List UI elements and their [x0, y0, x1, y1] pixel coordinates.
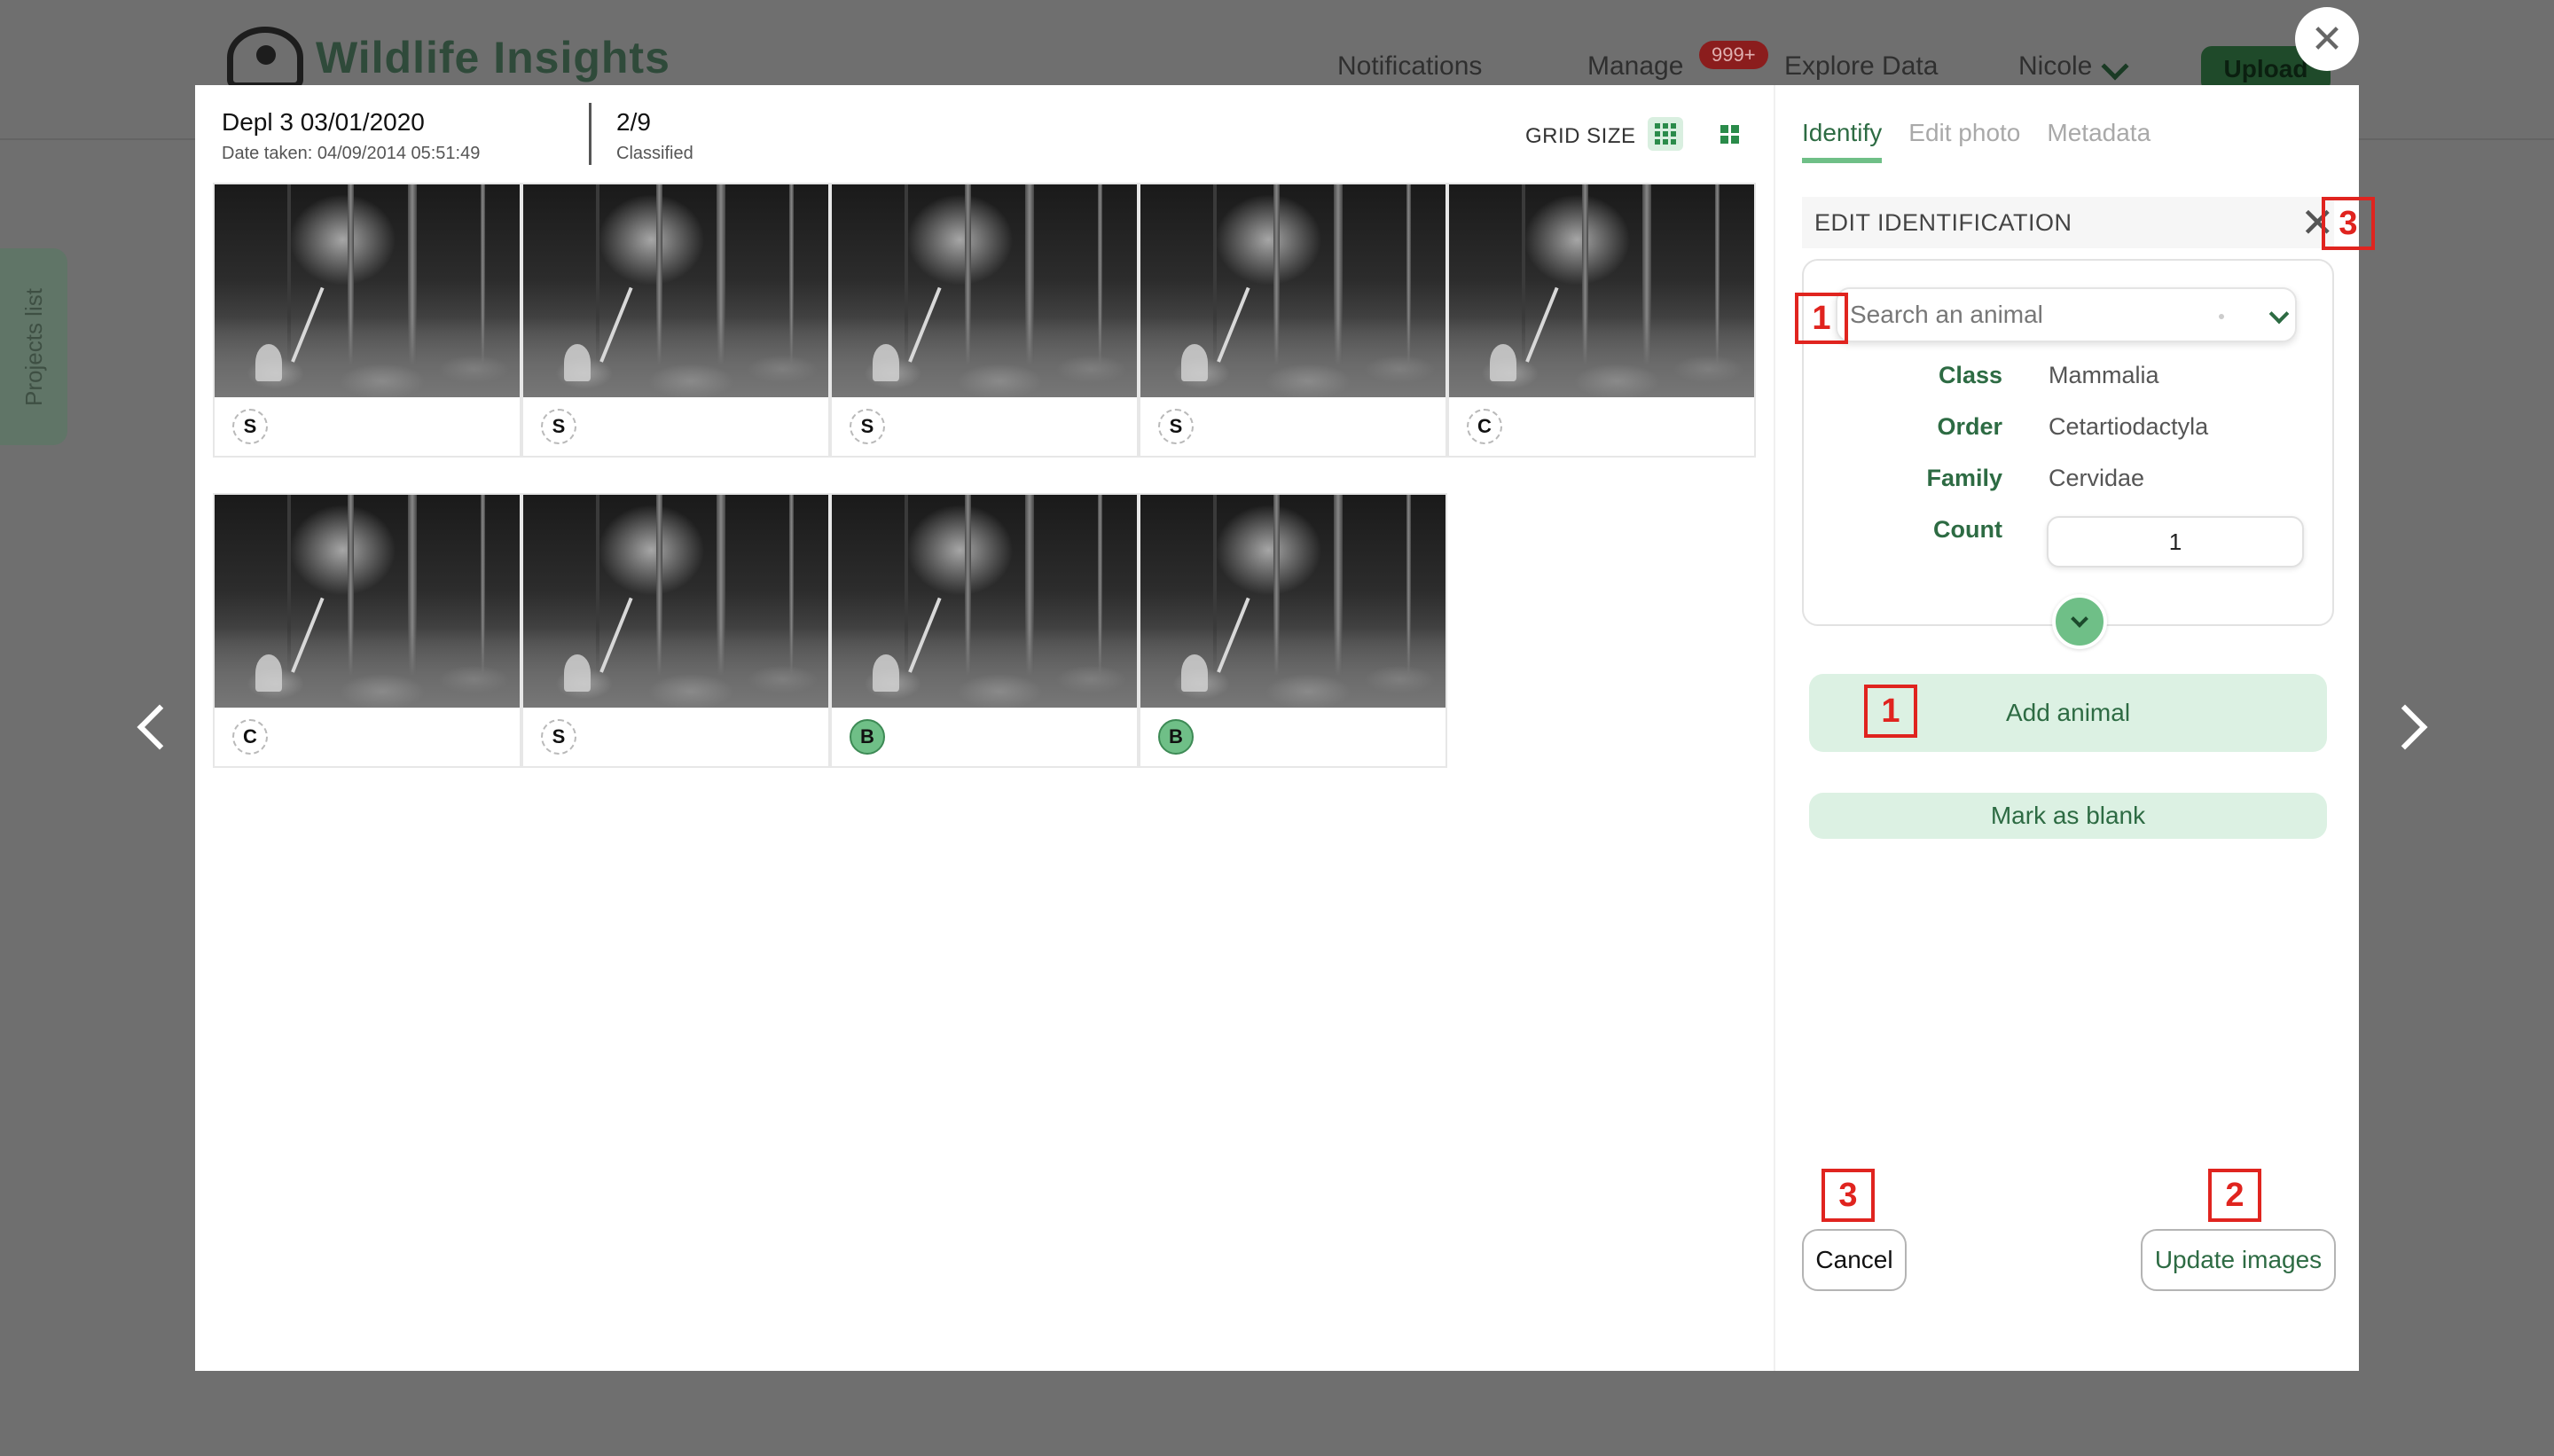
- header-divider: [589, 103, 591, 165]
- small-grid-icon: [1655, 123, 1676, 145]
- panel-tabs: Identify Edit photo Metadata: [1802, 119, 2151, 163]
- chevron-down-icon[interactable]: [2268, 303, 2290, 325]
- eye-logo-icon: [227, 27, 303, 89]
- previous-arrow-icon[interactable]: [137, 704, 183, 750]
- thumbnail-footer: S: [523, 397, 828, 456]
- thumbnail-footer: S: [215, 397, 520, 456]
- chevron-down-icon: [2071, 610, 2088, 628]
- classified-count: 2/9: [616, 108, 651, 136]
- thumbnail-card[interactable]: B: [1139, 493, 1447, 768]
- tab-metadata[interactable]: Metadata: [2047, 119, 2151, 163]
- family-label: Family: [1926, 465, 2002, 491]
- identification-tag: C: [232, 719, 268, 755]
- annotation-marker: 2: [2208, 1169, 2261, 1222]
- modal-close-icon[interactable]: ✕: [2295, 7, 2359, 71]
- identification-tag: S: [850, 409, 885, 444]
- annotation-marker: 3: [1821, 1169, 1875, 1222]
- thumbnail-footer: C: [1449, 397, 1754, 456]
- taxonomy-order-row: Order Cetartiodactyla: [1804, 413, 2336, 449]
- camera-trap-photo[interactable]: [832, 184, 1137, 397]
- identification-tag: S: [1158, 409, 1194, 444]
- thumbnail-card[interactable]: S: [1139, 183, 1447, 458]
- camera-trap-photo[interactable]: [523, 184, 828, 397]
- projects-list-tab[interactable]: Projects list: [0, 248, 67, 445]
- camera-trap-photo[interactable]: [832, 495, 1137, 708]
- thumbnail-footer: S: [523, 708, 828, 766]
- thumbnail-footer: B: [832, 708, 1137, 766]
- thumbnail-card[interactable]: C: [213, 493, 521, 768]
- thumbnail-row: CSBB: [213, 493, 1756, 768]
- date-taken: Date taken: 04/09/2014 05:51:49: [222, 144, 481, 163]
- cancel-button[interactable]: Cancel: [1802, 1229, 1907, 1291]
- large-grid-icon: [1720, 124, 1739, 144]
- taxonomy-class-row: Class Mammalia: [1804, 362, 2336, 397]
- camera-trap-photo[interactable]: [215, 495, 520, 708]
- user-chevron-down-icon[interactable]: [2101, 52, 2129, 81]
- thumbnail-footer: C: [215, 708, 520, 766]
- taxonomy-family-row: Family Cervidae: [1804, 465, 2336, 500]
- thumbnail-card[interactable]: S: [213, 183, 521, 458]
- nav-explore-data[interactable]: Explore Data: [1784, 51, 1938, 82]
- thumbnail-footer: B: [1140, 708, 1445, 766]
- logo-text: Wildlife Insights: [316, 33, 670, 82]
- tab-identify[interactable]: Identify: [1802, 119, 1883, 163]
- annotation-marker: 3: [2322, 197, 2375, 250]
- search-animal-input[interactable]: [1850, 301, 2187, 329]
- thumbnail-card[interactable]: C: [1447, 183, 1756, 458]
- class-label: Class: [1938, 362, 2002, 388]
- identification-card: Class Mammalia Order Cetartiodactyla Fam…: [1802, 259, 2336, 649]
- identification-tag: B: [1158, 719, 1194, 755]
- thumbnail-footer: S: [1140, 397, 1445, 456]
- nav-manage[interactable]: Manage: [1587, 51, 1683, 82]
- identification-tag: S: [541, 719, 576, 755]
- grid-size-small-button[interactable]: [1648, 117, 1683, 151]
- classified-caption: Classified: [616, 144, 693, 163]
- edit-identification-header: EDIT IDENTIFICATION ✕: [1802, 197, 2335, 248]
- animal-search-box[interactable]: [1836, 287, 2297, 342]
- thumbnail-card[interactable]: S: [521, 183, 830, 458]
- taxonomy-count-row: Count: [1804, 516, 2336, 568]
- grid-size-large-button[interactable]: [1712, 117, 1747, 151]
- thumbnail-card[interactable]: S: [830, 183, 1139, 458]
- thumbnail-footer: S: [832, 397, 1137, 456]
- nav-notifications[interactable]: Notifications: [1337, 51, 1482, 82]
- nav-user-menu[interactable]: Nicole: [2018, 51, 2092, 82]
- camera-trap-photo[interactable]: [1140, 495, 1445, 708]
- next-arrow-icon[interactable]: [2382, 704, 2428, 750]
- camera-trap-photo[interactable]: [523, 495, 828, 708]
- order-value: Cetartiodactyla: [2049, 413, 2209, 440]
- grid-size-label: GRID SIZE: [1525, 124, 1636, 148]
- identification-tag: S: [541, 409, 576, 444]
- thumbnail-card[interactable]: S: [521, 493, 830, 768]
- identification-tag: C: [1467, 409, 1502, 444]
- identification-tag: B: [850, 719, 885, 755]
- projects-list-label: Projects list: [20, 287, 47, 406]
- camera-trap-photo[interactable]: [1140, 184, 1445, 397]
- deployment-title: Depl 3 03/01/2020: [222, 108, 425, 136]
- app-logo: Wildlife Insights: [227, 27, 670, 89]
- class-value: Mammalia: [2049, 362, 2159, 388]
- identification-tag: S: [232, 409, 268, 444]
- count-input[interactable]: [2047, 516, 2304, 568]
- update-images-button[interactable]: Update images: [2141, 1229, 2336, 1291]
- expand-details-button[interactable]: [2052, 594, 2107, 649]
- image-identification-modal: Depl 3 03/01/2020 Date taken: 04/09/2014…: [195, 85, 2359, 1371]
- order-label: Order: [1937, 413, 2002, 440]
- thumbnail-card[interactable]: B: [830, 493, 1139, 768]
- camera-trap-photo[interactable]: [1449, 184, 1754, 397]
- annotation-marker: 1: [1864, 685, 1917, 738]
- camera-trap-photo[interactable]: [215, 184, 520, 397]
- thumbnail-row: SSSSC: [213, 183, 1756, 458]
- mark-as-blank-button[interactable]: Mark as blank: [1809, 793, 2327, 839]
- loading-dot-icon: [2219, 314, 2224, 319]
- annotation-marker: 1: [1795, 293, 1848, 344]
- edit-identification-title: EDIT IDENTIFICATION: [1814, 208, 2072, 236]
- image-gallery: Depl 3 03/01/2020 Date taken: 04/09/2014…: [195, 85, 1774, 1371]
- thumbnail-grid: S S S S C C S B B: [213, 183, 1756, 803]
- notification-badge: 999+: [1699, 41, 1768, 69]
- tab-edit-photo[interactable]: Edit photo: [1908, 119, 2020, 163]
- family-value: Cervidae: [2049, 465, 2145, 491]
- count-label: Count: [1933, 516, 2002, 543]
